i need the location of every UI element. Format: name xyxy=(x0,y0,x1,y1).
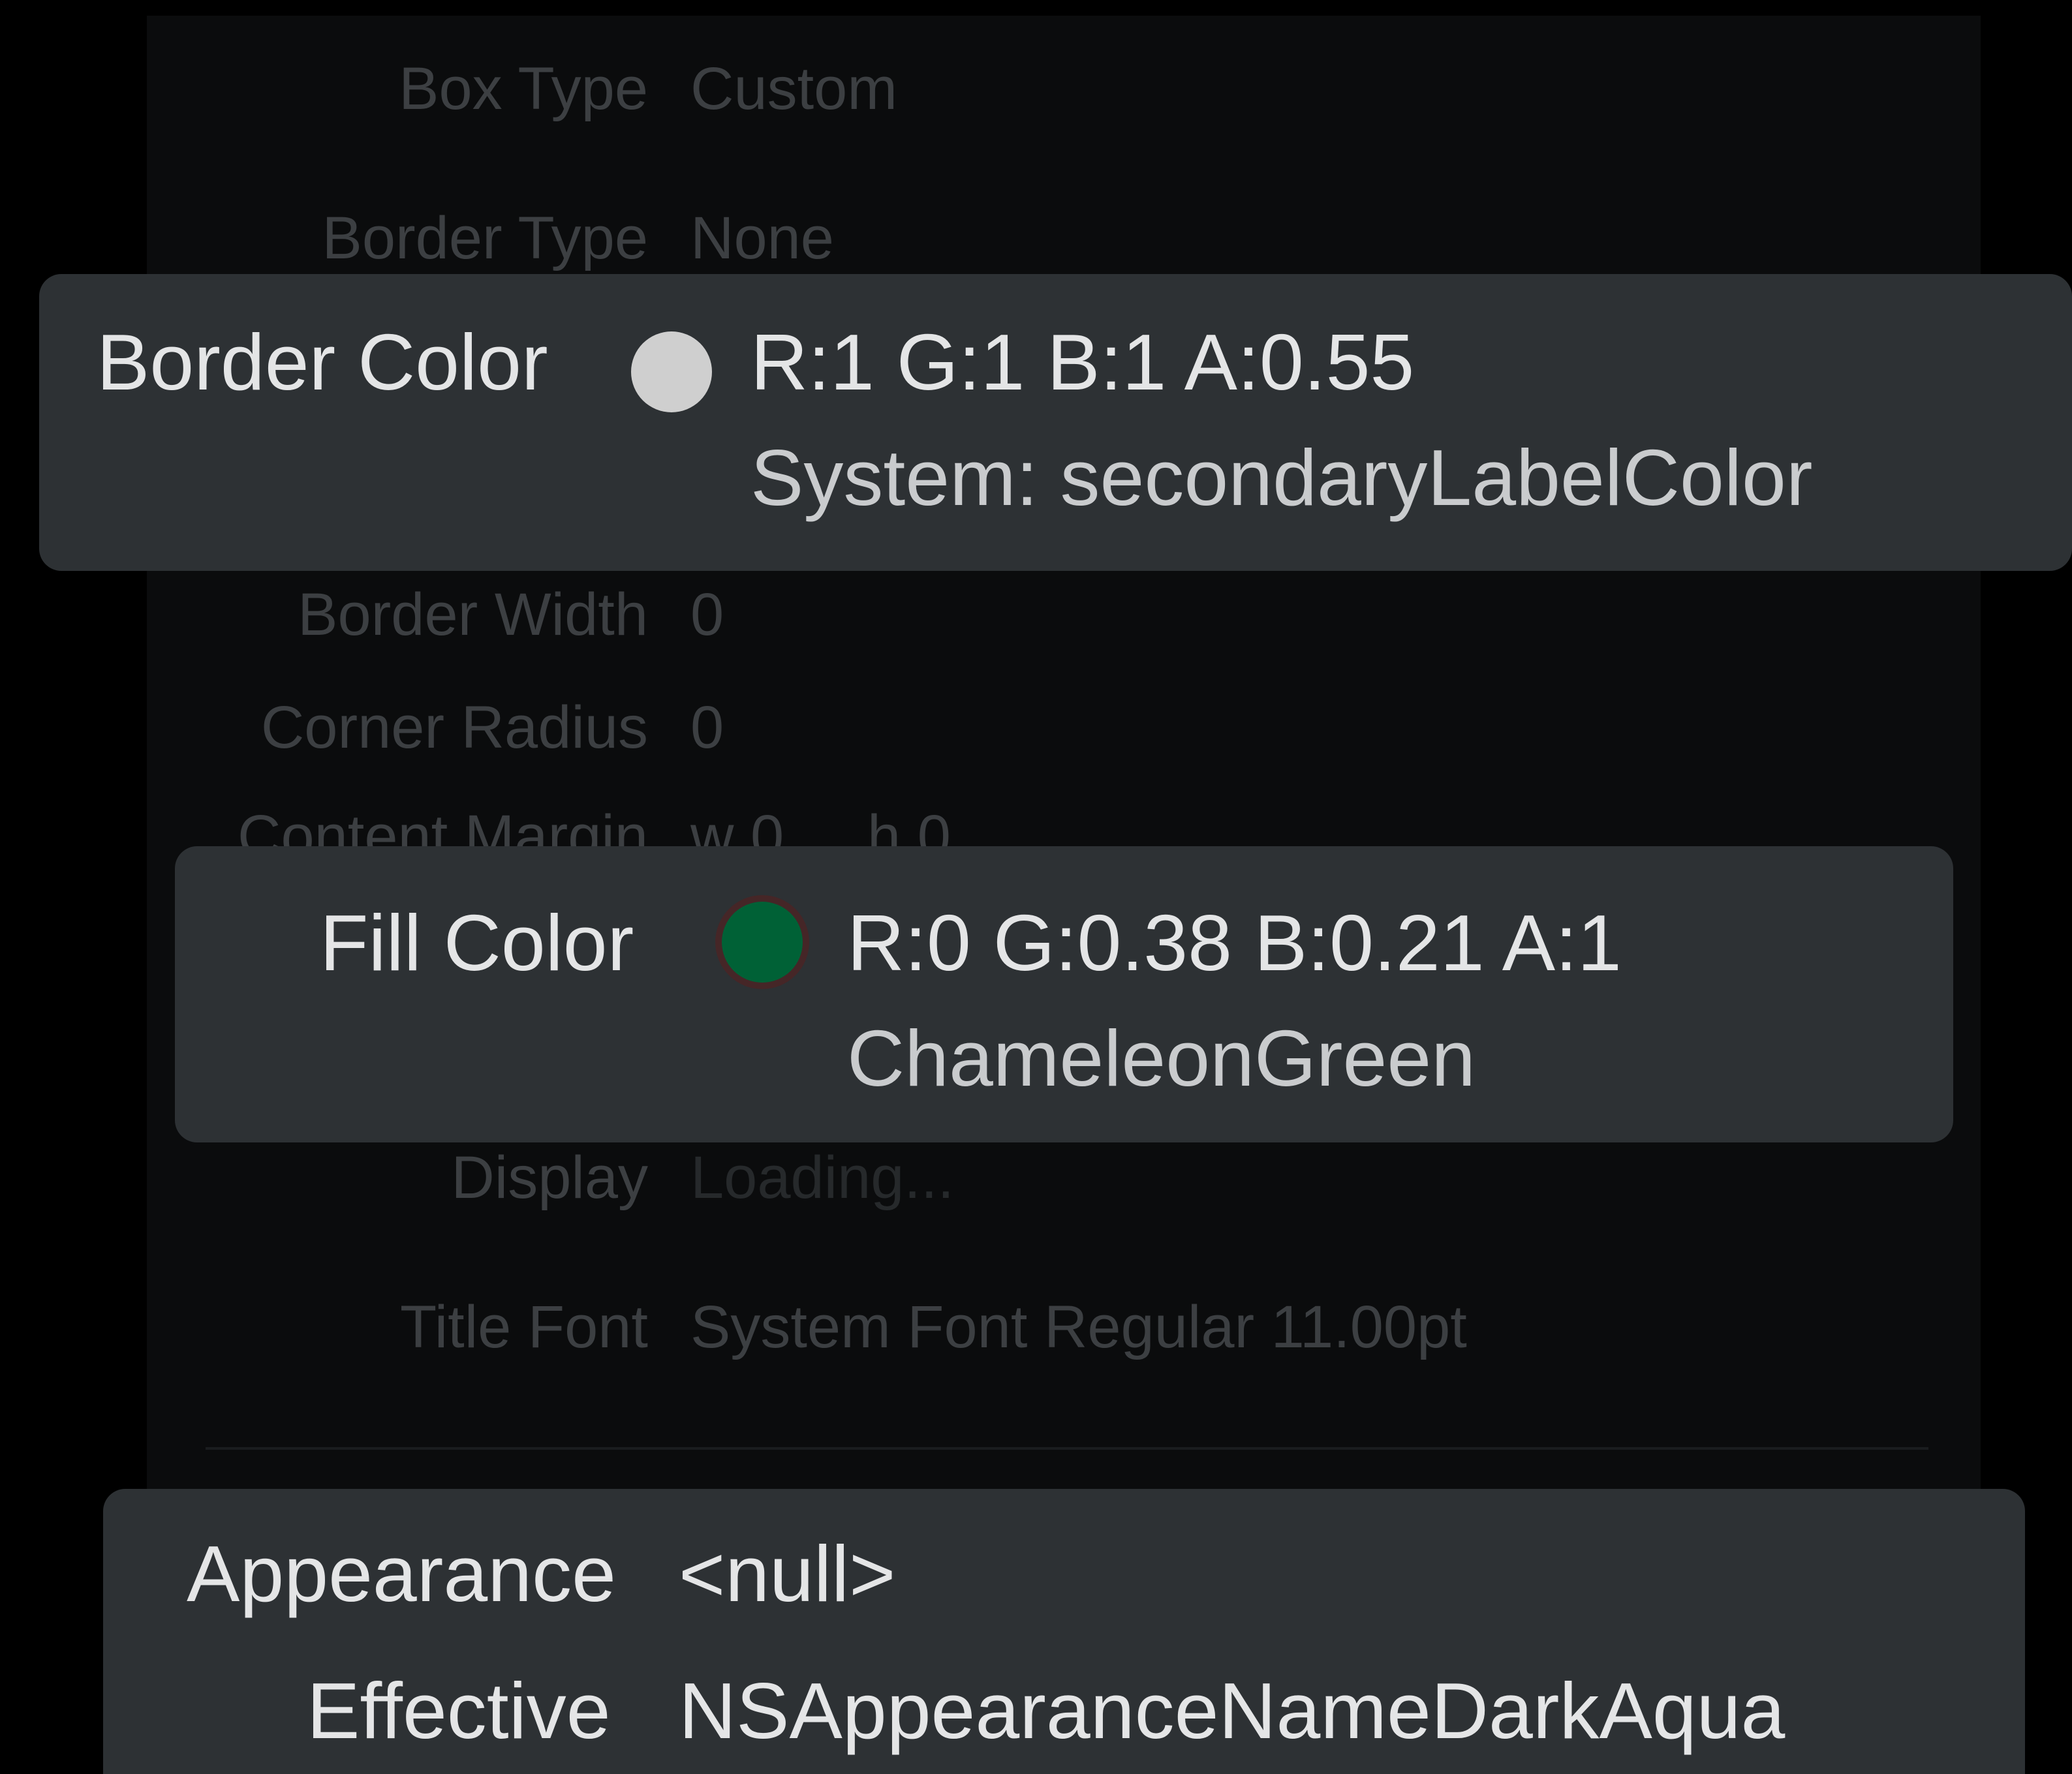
border-width-value[interactable]: 0 xyxy=(690,575,724,654)
box-type-label: Box Type xyxy=(399,55,648,122)
border-color-swatch[interactable] xyxy=(631,331,712,412)
display-label: Display xyxy=(451,1144,648,1211)
corner-radius-row[interactable]: Corner Radius 0 xyxy=(147,688,1981,767)
appearance-callout[interactable]: Appearance <null> Effective NSAppearance… xyxy=(103,1489,2025,1774)
display-row[interactable]: Display Loading... xyxy=(147,1139,1981,1217)
title-font-row[interactable]: Title Font System Font Regular 11.00pt xyxy=(147,1288,1981,1366)
corner-radius-label: Corner Radius xyxy=(260,694,648,761)
effective-label: Effective xyxy=(307,1666,611,1755)
box-type-value[interactable]: Custom xyxy=(690,50,897,128)
fill-color-label: Fill Color xyxy=(320,898,634,987)
display-value[interactable]: Loading... xyxy=(690,1139,954,1217)
border-type-row[interactable]: Border Type None xyxy=(147,199,1981,277)
corner-radius-value[interactable]: 0 xyxy=(690,688,724,767)
fill-color-callout[interactable]: Fill Color R:0 G:0.38 B:0.21 A:1 Chamele… xyxy=(175,846,1953,1142)
section-divider xyxy=(206,1447,1928,1450)
effective-value: NSAppearanceNameDarkAqua xyxy=(679,1666,1786,1755)
box-type-row[interactable]: Box Type Custom xyxy=(147,50,1981,128)
appearance-value[interactable]: <null> xyxy=(679,1525,895,1623)
border-color-label: Border Color xyxy=(97,318,548,406)
border-color-callout[interactable]: Border Color R:1 G:1 B:1 A:0.55 System: … xyxy=(39,274,2072,571)
title-font-value[interactable]: System Font Regular 11.00pt xyxy=(690,1288,1467,1366)
border-width-row[interactable]: Border Width 0 xyxy=(147,575,1981,654)
border-type-value[interactable]: None xyxy=(690,199,834,277)
border-type-label: Border Type xyxy=(322,205,649,271)
border-width-label: Border Width xyxy=(298,581,648,648)
fill-color-swatch[interactable] xyxy=(722,902,803,983)
title-font-label: Title Font xyxy=(399,1294,648,1360)
border-color-rgba: R:1 G:1 B:1 A:0.55 xyxy=(750,318,1415,406)
fill-color-name: ChameleonGreen xyxy=(847,1014,1476,1103)
appearance-label: Appearance xyxy=(187,1529,616,1618)
border-color-name: System: secondaryLabelColor xyxy=(750,433,1813,522)
fill-color-rgba: R:0 G:0.38 B:0.21 A:1 xyxy=(847,898,1622,987)
